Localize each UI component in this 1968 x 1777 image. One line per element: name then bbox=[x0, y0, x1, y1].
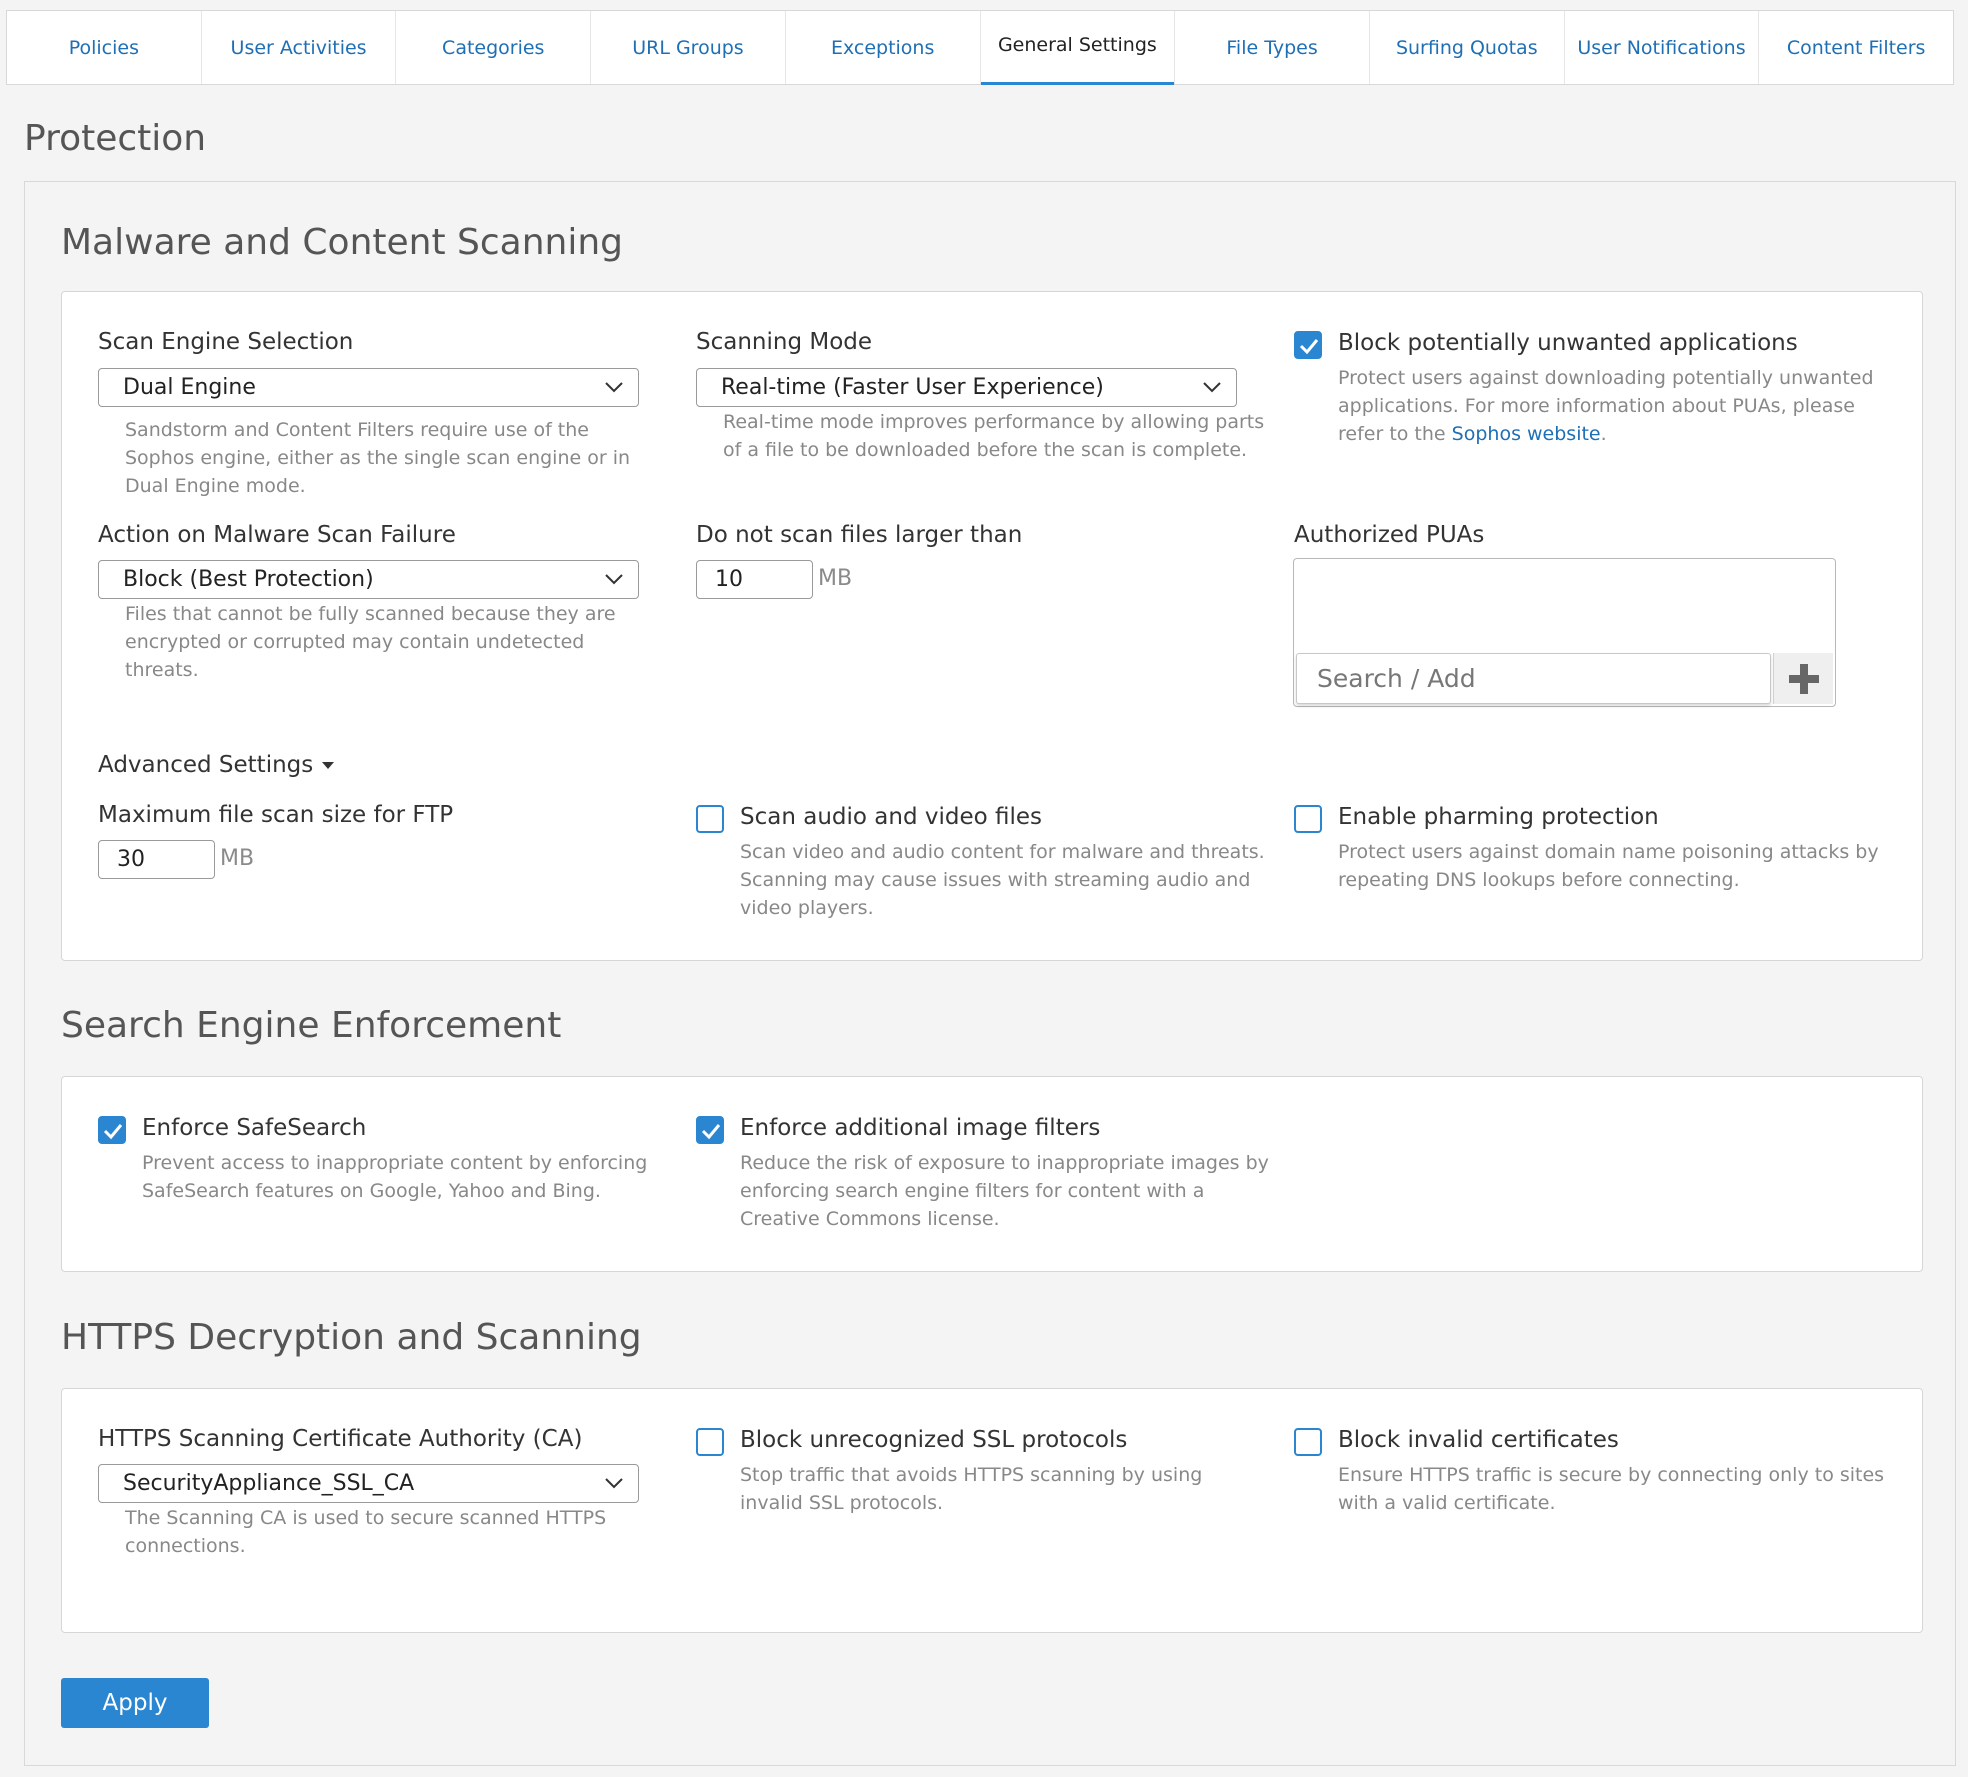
scan-engine-help: Sandstorm and Content Filters require us… bbox=[125, 419, 631, 497]
tab-exceptions[interactable]: Exceptions bbox=[786, 11, 981, 84]
max-size-unit: MB bbox=[818, 566, 853, 591]
apply-button[interactable]: Apply bbox=[61, 1678, 209, 1728]
tab-surfing-quotas[interactable]: Surfing Quotas bbox=[1370, 11, 1565, 84]
ca-value: SecurityAppliance_SSL_CA bbox=[123, 1471, 415, 1496]
section-title-malware: Malware and Content Scanning bbox=[61, 222, 624, 263]
block-ssl-help: Stop traffic that avoids HTTPS scanning … bbox=[740, 1464, 1203, 1514]
scan-av-help: Scan video and audio content for malware… bbox=[740, 841, 1265, 919]
pharming-checkbox[interactable] bbox=[1294, 805, 1322, 833]
ftp-size-input[interactable]: 30 bbox=[98, 840, 215, 879]
checkmark-icon bbox=[1299, 339, 1319, 355]
block-pua-label: Block potentially unwanted applications bbox=[1338, 330, 1798, 356]
chevron-down-icon bbox=[1203, 382, 1221, 393]
pharming-help: Protect users against domain name poison… bbox=[1338, 841, 1879, 891]
max-size-input[interactable]: 10 bbox=[696, 560, 813, 599]
scan-engine-label: Scan Engine Selection bbox=[98, 329, 354, 355]
scan-av-checkbox[interactable] bbox=[696, 805, 724, 833]
ca-select[interactable]: SecurityAppliance_SSL_CA bbox=[98, 1464, 639, 1503]
caret-down-icon bbox=[322, 762, 335, 769]
authorized-puas-label: Authorized PUAs bbox=[1294, 522, 1485, 548]
safesearch-label: Enforce SafeSearch bbox=[142, 1115, 367, 1141]
safesearch-help: Prevent access to inappropriate content … bbox=[142, 1152, 648, 1202]
pua-search-input[interactable]: Search / Add bbox=[1296, 653, 1771, 704]
pharming-label: Enable pharming protection bbox=[1338, 804, 1659, 830]
tab-url-groups[interactable]: URL Groups bbox=[591, 11, 786, 84]
image-filters-label: Enforce additional image filters bbox=[740, 1115, 1101, 1141]
page-title: Protection bbox=[24, 118, 207, 159]
sophos-website-link[interactable]: Sophos website bbox=[1452, 423, 1601, 445]
tab-user-notifications[interactable]: User Notifications bbox=[1565, 11, 1760, 84]
block-ssl-label: Block unrecognized SSL protocols bbox=[740, 1427, 1128, 1453]
scanning-mode-select[interactable]: Real-time (Faster User Experience) bbox=[696, 368, 1237, 407]
tab-file-types[interactable]: File Types bbox=[1175, 11, 1370, 84]
scan-failure-label: Action on Malware Scan Failure bbox=[98, 522, 456, 548]
image-filters-checkbox[interactable] bbox=[696, 1116, 724, 1144]
authorized-puas-list[interactable]: Search / Add bbox=[1293, 558, 1836, 707]
block-pua-checkbox[interactable] bbox=[1294, 331, 1322, 359]
block-pua-help-suffix: . bbox=[1600, 423, 1607, 445]
scan-failure-select[interactable]: Block (Best Protection) bbox=[98, 560, 639, 599]
max-size-label: Do not scan files larger than bbox=[696, 522, 1023, 548]
scanning-mode-value: Real-time (Faster User Experience) bbox=[721, 375, 1104, 400]
block-invalid-checkbox[interactable] bbox=[1294, 1428, 1322, 1456]
ca-help: The Scanning CA is used to secure scanne… bbox=[125, 1507, 607, 1557]
checkmark-icon bbox=[103, 1124, 123, 1140]
tab-bar: Policies User Activities Categories URL … bbox=[6, 10, 1954, 85]
advanced-settings-label: Advanced Settings bbox=[98, 752, 314, 778]
section-title-https: HTTPS Decryption and Scanning bbox=[61, 1317, 642, 1358]
advanced-settings-toggle[interactable]: Advanced Settings bbox=[98, 752, 335, 778]
block-pua-help: Protect users against downloading potent… bbox=[1338, 364, 1898, 448]
scan-failure-value: Block (Best Protection) bbox=[123, 567, 374, 592]
scan-av-label: Scan audio and video files bbox=[740, 804, 1042, 830]
ca-label: HTTPS Scanning Certificate Authority (CA… bbox=[98, 1426, 583, 1452]
add-pua-button[interactable] bbox=[1773, 653, 1833, 704]
block-invalid-help: Ensure HTTPS traffic is secure by connec… bbox=[1338, 1464, 1885, 1514]
tab-policies[interactable]: Policies bbox=[7, 11, 202, 84]
plus-icon bbox=[1788, 663, 1819, 694]
ftp-size-label: Maximum file scan size for FTP bbox=[98, 802, 454, 828]
tab-user-activities[interactable]: User Activities bbox=[202, 11, 397, 84]
scanning-mode-label: Scanning Mode bbox=[696, 329, 873, 355]
ftp-size-unit: MB bbox=[220, 846, 255, 871]
tab-content-filters[interactable]: Content Filters bbox=[1759, 11, 1953, 84]
chevron-down-icon bbox=[605, 1478, 623, 1489]
checkmark-icon bbox=[701, 1124, 721, 1140]
safesearch-checkbox[interactable] bbox=[98, 1116, 126, 1144]
tab-categories[interactable]: Categories bbox=[396, 11, 592, 84]
scan-failure-help: Files that cannot be fully scanned becau… bbox=[125, 603, 616, 681]
scan-engine-select[interactable]: Dual Engine bbox=[98, 368, 639, 407]
tab-general-settings[interactable]: General Settings bbox=[980, 11, 1176, 85]
chevron-down-icon bbox=[605, 574, 623, 585]
image-filters-help: Reduce the risk of exposure to inappropr… bbox=[740, 1152, 1269, 1230]
scan-engine-value: Dual Engine bbox=[123, 375, 256, 400]
chevron-down-icon bbox=[605, 382, 623, 393]
section-title-search-engine: Search Engine Enforcement bbox=[61, 1005, 562, 1046]
block-ssl-checkbox[interactable] bbox=[696, 1428, 724, 1456]
scanning-mode-help: Real-time mode improves performance by a… bbox=[723, 411, 1265, 461]
block-invalid-label: Block invalid certificates bbox=[1338, 1427, 1619, 1453]
